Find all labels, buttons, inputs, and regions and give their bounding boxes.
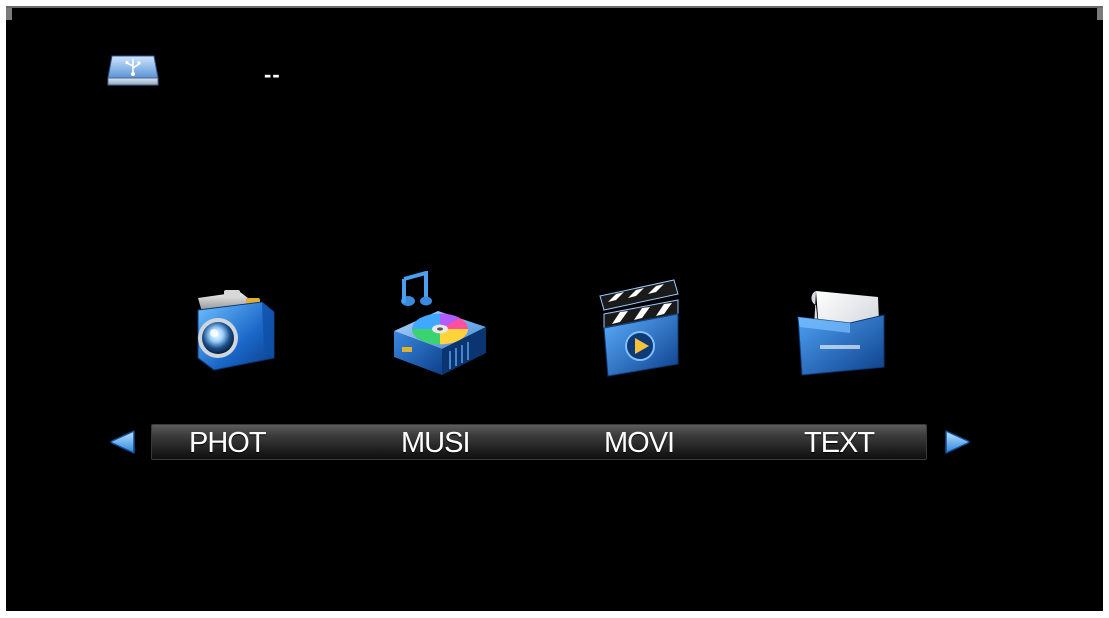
media-player-screen: -- PHOT MUSI MOVI TEXT (6, 6, 1103, 611)
arrow-left-icon[interactable] (106, 426, 138, 458)
menu-item-photo[interactable]: PHOT (189, 427, 267, 460)
menu-item-text[interactable]: TEXT (804, 427, 875, 460)
source-status-label: -- (264, 62, 281, 87)
camera-icon[interactable] (184, 284, 284, 378)
frame-corner (1097, 8, 1103, 20)
usb-drive-icon (107, 55, 159, 86)
frame-corner (6, 8, 12, 20)
media-menu-bar: PHOT MUSI MOVI TEXT (151, 424, 927, 460)
arrow-right-icon[interactable] (942, 426, 974, 458)
menu-item-music[interactable]: MUSI (401, 427, 470, 460)
clapperboard-icon[interactable] (594, 276, 688, 380)
menu-item-movie[interactable]: MOVI (604, 427, 675, 460)
document-folder-icon[interactable] (790, 287, 890, 383)
music-disc-icon[interactable] (386, 271, 494, 379)
